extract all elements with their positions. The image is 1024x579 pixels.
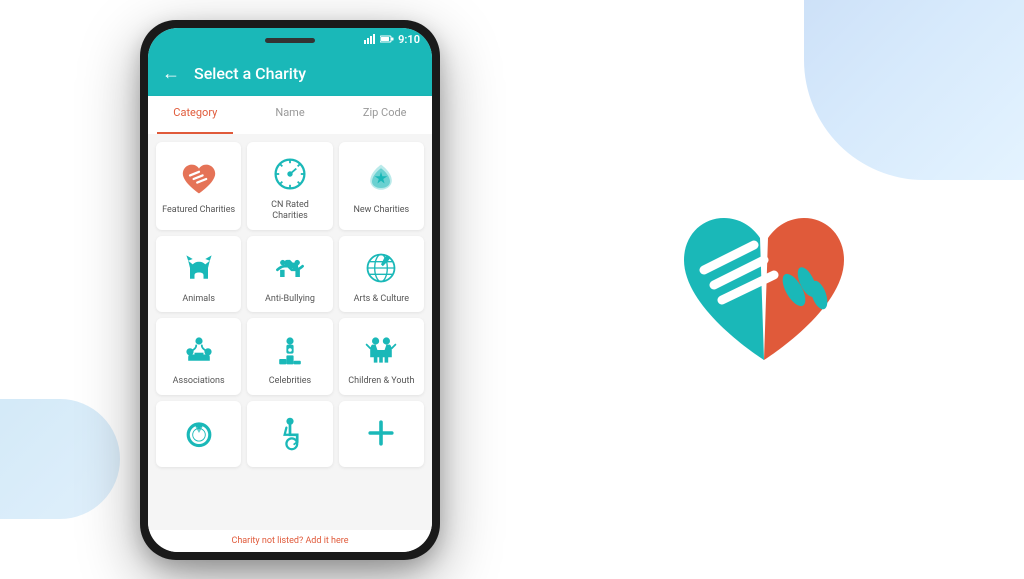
grid-cell-children[interactable]: Children & Youth	[339, 318, 424, 395]
celebrities-label: Celebrities	[269, 376, 311, 387]
grid-cell-wedding[interactable]	[156, 401, 241, 467]
new-charities-icon	[361, 159, 401, 199]
tab-bar: Category Name Zip Code	[148, 96, 432, 134]
add-icon	[361, 413, 401, 453]
phone-screen: 9:10 ← Select a Charity Category Name Zi…	[148, 28, 432, 552]
back-button[interactable]: ←	[162, 63, 180, 84]
battery-icon	[380, 35, 394, 43]
tab-name[interactable]: Name	[243, 96, 338, 134]
associations-icon	[179, 330, 219, 370]
children-icon	[361, 330, 401, 370]
featured-charities-label: Featured Charities	[162, 205, 235, 216]
charity-heart-logo	[664, 190, 864, 390]
category-grid-scroll[interactable]: Featured Charities	[148, 134, 432, 530]
featured-charities-icon	[179, 159, 219, 199]
grid-cell-cn-rated[interactable]: CN Rated Charities	[247, 142, 332, 230]
time-display: 9:10	[398, 33, 420, 46]
cn-rated-icon	[270, 154, 310, 194]
new-charities-label: New Charities	[353, 205, 409, 216]
celebrities-icon	[270, 330, 310, 370]
signal-icon	[364, 34, 376, 44]
anti-bullying-label: Anti-Bullying	[265, 294, 315, 305]
heart-logo-container	[664, 190, 864, 394]
app-header: ← Select a Charity	[148, 50, 432, 96]
children-label: Children & Youth	[348, 376, 414, 387]
grid-cell-arts[interactable]: Arts & Culture	[339, 236, 424, 313]
grid-cell-associations[interactable]: Associations	[156, 318, 241, 395]
bg-shape-bottom-left	[0, 399, 120, 519]
associations-label: Associations	[173, 376, 225, 387]
ring-icon	[179, 413, 219, 453]
grid-cell-featured[interactable]: Featured Charities	[156, 142, 241, 230]
grid-cell-add[interactable]	[339, 401, 424, 467]
heart-svg	[664, 190, 864, 390]
status-icons: 9:10	[364, 33, 420, 46]
animals-label: Animals	[182, 294, 215, 305]
grid-cell-disability[interactable]	[247, 401, 332, 467]
charity-category-grid: Featured Charities	[156, 142, 424, 467]
screen-title: Select a Charity	[194, 64, 306, 83]
grid-cell-animals[interactable]: Animals	[156, 236, 241, 313]
bottom-hint: Charity not listed? Add it here	[148, 530, 432, 552]
tab-zipcode[interactable]: Zip Code	[337, 96, 432, 134]
grid-cell-anti-bullying[interactable]: Anti-Bullying	[247, 236, 332, 313]
anti-bullying-icon	[270, 248, 310, 288]
tab-category[interactable]: Category	[148, 96, 243, 134]
phone-body: 9:10 ← Select a Charity Category Name Zi…	[140, 20, 440, 560]
arts-icon	[361, 248, 401, 288]
wheelchair-icon	[270, 413, 310, 453]
grid-cell-celebrities[interactable]: Celebrities	[247, 318, 332, 395]
bg-shape-top-right	[804, 0, 1024, 180]
phone-speaker	[265, 38, 315, 43]
phone-mockup: 9:10 ← Select a Charity Category Name Zi…	[140, 20, 440, 560]
cn-rated-label: CN Rated Charities	[253, 200, 326, 222]
arts-label: Arts & Culture	[354, 294, 409, 305]
add-charity-link[interactable]: Add it here	[305, 536, 348, 546]
animals-icon	[179, 248, 219, 288]
grid-cell-new[interactable]: New Charities	[339, 142, 424, 230]
